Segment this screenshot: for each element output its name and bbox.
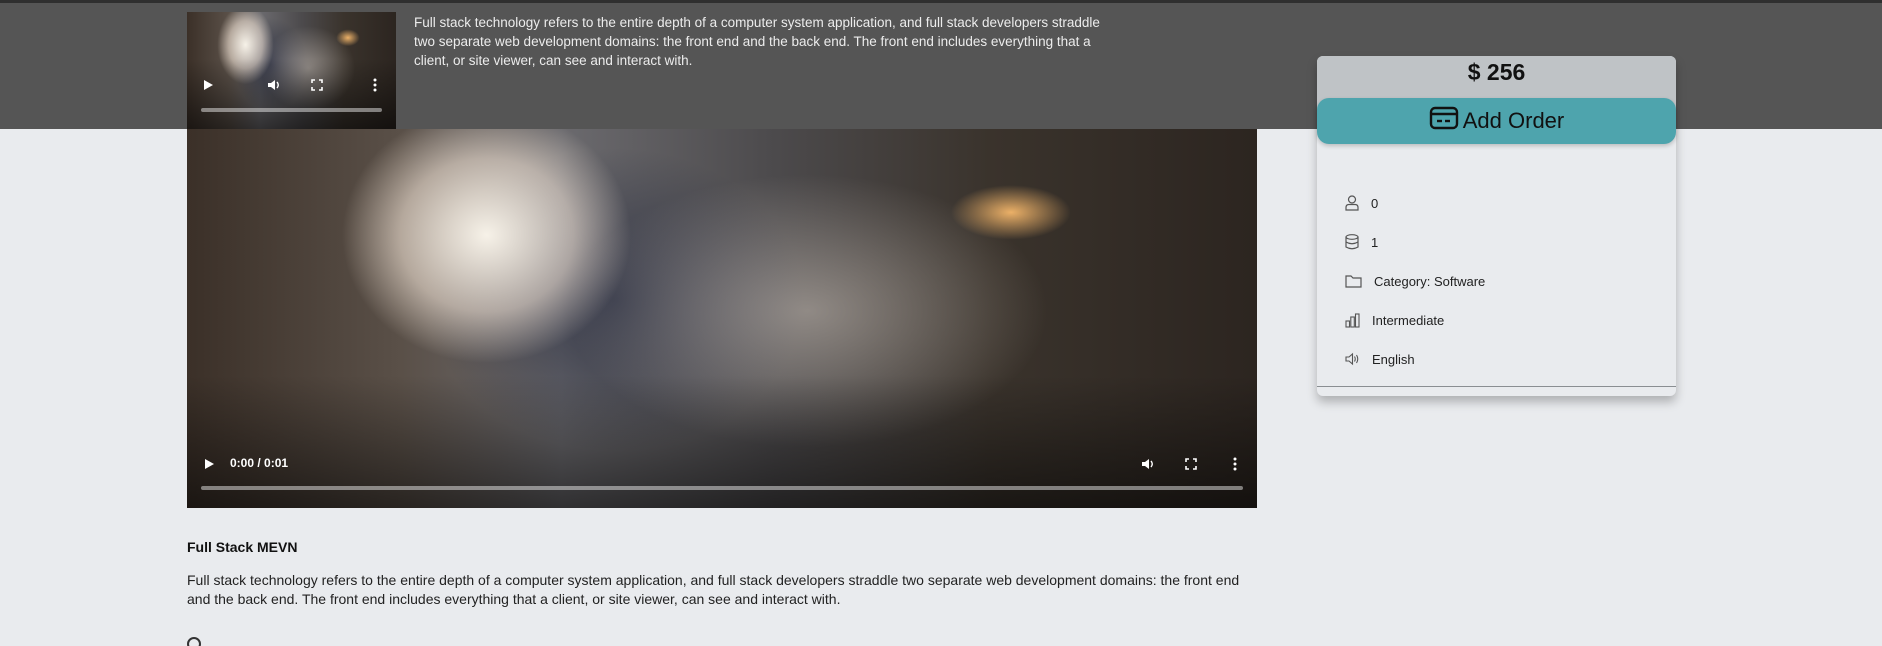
course-title: Full Stack MEVN (187, 539, 298, 555)
course-description: Full stack technology refers to the enti… (187, 572, 1240, 607)
more-options-icon[interactable] (365, 75, 385, 95)
card-divider (1317, 386, 1676, 387)
info-row-category: Category: Software (1345, 270, 1485, 292)
main-video-player[interactable]: 0:00 / 0:01 (187, 129, 1257, 508)
info-value: Intermediate (1372, 312, 1445, 328)
price: $ 256 (1467, 59, 1526, 85)
video-progress-bar[interactable] (201, 108, 382, 112)
add-order-button[interactable]: Add Order (1317, 98, 1676, 144)
play-icon[interactable] (198, 75, 218, 95)
info-value: 1 (1371, 234, 1379, 250)
user-icon (1345, 195, 1359, 211)
thumbnail-video-player[interactable] (187, 12, 396, 129)
credit-card-icon (1429, 106, 1459, 136)
info-row-students: 0 (1345, 192, 1378, 214)
info-value: Category: Software (1374, 273, 1486, 289)
fullscreen-icon[interactable] (307, 75, 327, 95)
header-description: Full stack technology refers to the enti… (414, 15, 1100, 68)
info-row-level: Intermediate (1345, 309, 1444, 331)
volume-icon[interactable] (264, 75, 284, 95)
volume-icon[interactable] (1138, 454, 1158, 474)
info-value: English (1372, 351, 1415, 367)
info-row-lessons: 1 (1345, 231, 1378, 253)
more-options-icon[interactable] (1225, 454, 1245, 474)
info-row-language: English (1345, 348, 1415, 370)
video-shade (187, 129, 1257, 508)
play-icon[interactable] (199, 454, 219, 474)
video-time: 0:00 / 0:01 (230, 456, 289, 470)
info-value: 0 (1371, 195, 1379, 211)
fullscreen-icon[interactable] (1181, 454, 1201, 474)
clipped-icon (187, 637, 201, 646)
database-icon (1345, 234, 1359, 250)
video-progress-bar[interactable] (201, 486, 1243, 490)
folder-icon (1345, 275, 1362, 288)
bar-chart-icon (1345, 312, 1360, 328)
speaker-icon (1345, 352, 1359, 366)
add-order-label: Add Order (1462, 108, 1565, 133)
